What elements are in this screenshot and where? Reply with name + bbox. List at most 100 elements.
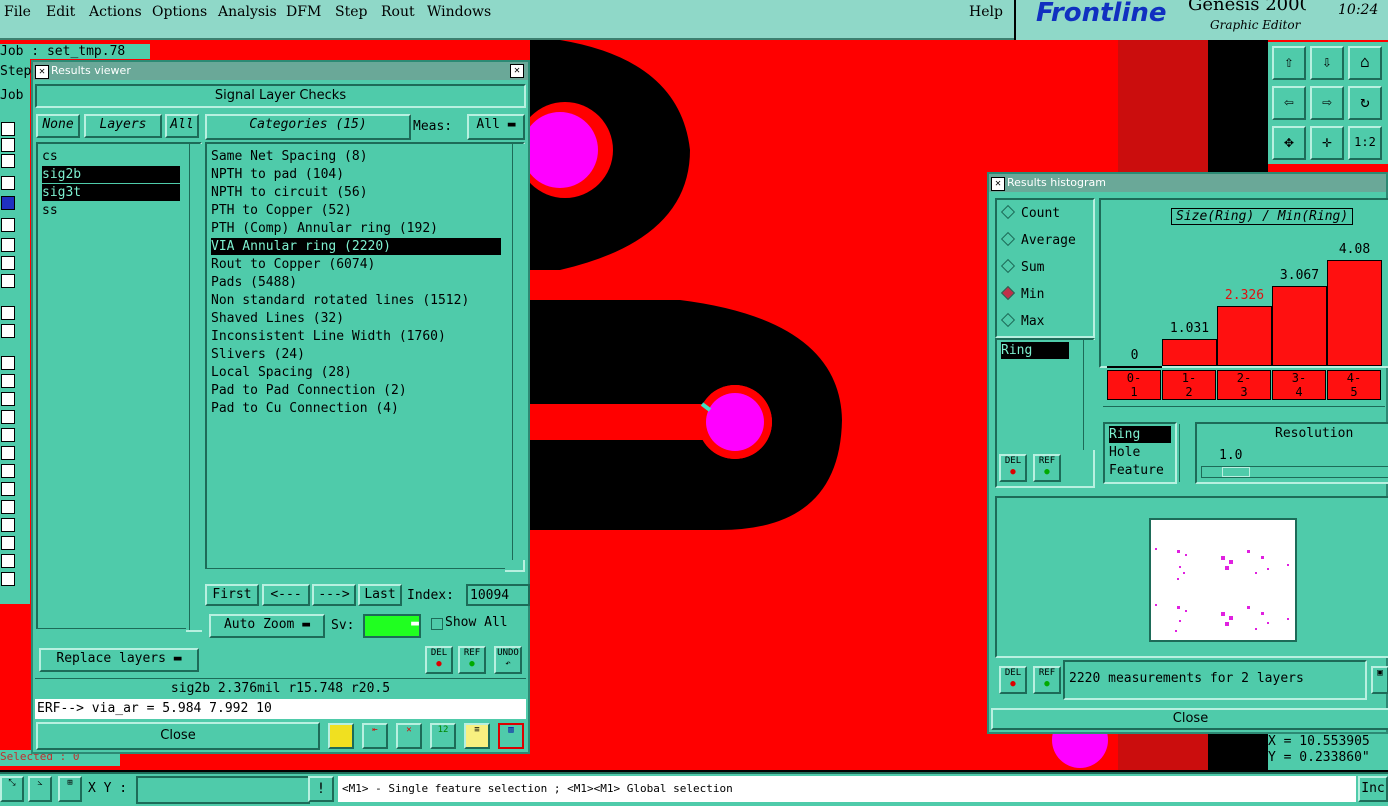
mode-radio-count[interactable]: Count [1000, 202, 1060, 226]
next-button[interactable]: ---> [312, 584, 356, 606]
category-list-scrollbar[interactable] [512, 144, 525, 560]
layer-toggle[interactable] [1, 306, 15, 320]
menu-edit[interactable]: Edit [46, 4, 75, 20]
layer-toggle[interactable] [1, 464, 15, 478]
mode-radio-max[interactable]: Max [1000, 310, 1044, 334]
menu-help[interactable]: Help [969, 4, 1003, 20]
layer-list-hscrollbar[interactable] [36, 628, 186, 641]
layer-toggle[interactable] [1, 218, 15, 232]
none-button[interactable]: None [36, 114, 80, 138]
index-input[interactable] [466, 584, 530, 606]
attr-list[interactable]: Ring Hole Feature [1103, 422, 1177, 484]
layer-toggle[interactable] [1, 428, 15, 442]
layer-toggle[interactable] [1, 256, 15, 270]
layer-toggle[interactable] [1, 482, 15, 496]
category-item[interactable]: Same Net Spacing (8) [211, 148, 368, 165]
layer-item-ss[interactable]: ss [42, 202, 180, 219]
menu-rout[interactable]: Rout [381, 4, 415, 20]
attr-item[interactable]: Feature [1109, 462, 1164, 479]
category-list[interactable]: Same Net Spacing (8) NPTH to pad (104) NPT… [205, 142, 525, 572]
slider-handle[interactable] [1222, 467, 1250, 477]
mode-radio-average[interactable]: Average [1000, 229, 1076, 253]
home-icon[interactable]: ⌂ [1348, 46, 1382, 80]
category-item[interactable]: PTH to Copper (52) [211, 202, 352, 219]
category-item[interactable]: Pad to Pad Connection (2) [211, 382, 407, 399]
menu-actions[interactable]: Actions [89, 4, 142, 20]
menu-file[interactable]: File [4, 4, 31, 20]
layer-toggle[interactable] [1, 392, 15, 406]
layer-item-sig3t[interactable]: sig3t [42, 184, 180, 201]
histogram-bar[interactable] [1272, 286, 1327, 366]
layer-item-cs[interactable]: cs [42, 148, 180, 165]
del-button[interactable]: DEL ● [999, 666, 1027, 694]
bin-range-label[interactable]: 2- 3 [1217, 370, 1271, 400]
report-icon[interactable]: ≡ [464, 723, 490, 749]
prev-button[interactable]: <--- [262, 584, 310, 606]
categories-button[interactable]: Categories (15) [205, 114, 411, 140]
menu-options[interactable]: Options [152, 4, 207, 20]
bin-range-label[interactable]: 3- 4 [1272, 370, 1326, 400]
first-button[interactable]: First [205, 584, 259, 606]
ref-button[interactable]: REF ● [1033, 666, 1061, 694]
measure-icon[interactable]: ⦣ [28, 776, 52, 802]
category-item[interactable]: Rout to Copper (6074) [211, 256, 375, 273]
show-all-checkbox[interactable] [431, 618, 443, 630]
measure-list-scrollbar[interactable] [1083, 340, 1096, 450]
chart-icon[interactable]: ▣ [1371, 666, 1388, 694]
results-viewer-titlebar[interactable]: Results viewer [33, 62, 528, 80]
layer-toggle[interactable] [1, 446, 15, 460]
bin-range-label[interactable]: 4- 5 [1327, 370, 1381, 400]
category-item[interactable]: Pads (5488) [211, 274, 297, 291]
category-item[interactable]: NPTH to pad (104) [211, 166, 344, 183]
attr-item[interactable]: Ring [1109, 426, 1171, 443]
layer-item-sig2b[interactable]: sig2b [42, 166, 180, 183]
category-item[interactable]: NPTH to circuit (56) [211, 184, 368, 201]
layer-toggle[interactable] [1, 356, 15, 370]
zoom-one-to-two-icon[interactable]: 1:2 [1348, 126, 1382, 160]
window-menu-icon[interactable]: ✕ [35, 65, 49, 79]
layer-toggle[interactable] [1, 196, 15, 210]
bin-range-label[interactable]: 1- 2 [1162, 370, 1216, 400]
close-icon[interactable]: ✕ [510, 64, 524, 78]
layer-toggle[interactable] [1, 554, 15, 568]
histogram-bar[interactable] [1162, 339, 1217, 366]
zoom-fit-icon[interactable]: ✥ [1272, 126, 1306, 160]
measure-item[interactable]: Ring [1001, 342, 1069, 359]
sv-color-dropdown[interactable]: ▬ [363, 614, 421, 638]
zoom-center-icon[interactable]: ✛ [1310, 126, 1344, 160]
layer-toggle[interactable] [1, 138, 15, 152]
layer-toggle[interactable] [1, 324, 15, 338]
category-item[interactable]: Pad to Cu Connection (4) [211, 400, 399, 417]
layer-toggle[interactable] [1, 518, 15, 532]
numbers-icon[interactable]: 12 [430, 723, 456, 749]
layer-list-scrollbar[interactable] [189, 144, 202, 630]
histogram-bar[interactable] [1217, 306, 1272, 366]
pan-left-icon[interactable]: ⇦ [1272, 86, 1306, 120]
mode-radio-min[interactable]: Min [1000, 283, 1044, 307]
layer-toggle[interactable] [1, 410, 15, 424]
xy-input[interactable] [136, 776, 310, 804]
layer-toggle[interactable] [1, 122, 15, 136]
layer-toggle[interactable] [1, 500, 15, 514]
attr-list-scrollbar[interactable] [1179, 424, 1192, 482]
category-item[interactable]: Non standard rotated lines (1512) [211, 292, 469, 309]
layers-button[interactable]: Layers [84, 114, 162, 138]
layer-list[interactable]: cs sig2b sig3t ss [36, 142, 202, 632]
layer-toggle[interactable] [1, 176, 15, 190]
menu-step[interactable]: Step [335, 4, 367, 20]
inc-button[interactable]: Inc [1358, 776, 1388, 802]
ref-button[interactable]: REF ● [1033, 454, 1061, 482]
histogram-titlebar[interactable]: Results histogram [989, 174, 1386, 192]
pan-down-icon[interactable]: ⇩ [1310, 46, 1344, 80]
category-item[interactable]: Inconsistent Line Width (1760) [211, 328, 446, 345]
pan-up-icon[interactable]: ⇧ [1272, 46, 1306, 80]
undo-button[interactable]: UNDO ↶ [494, 646, 522, 674]
mode-radio-sum[interactable]: Sum [1000, 256, 1044, 280]
menu-analysis[interactable]: Analysis [218, 4, 277, 20]
resolution-slider[interactable] [1201, 466, 1388, 478]
layer-toggle[interactable] [1, 572, 15, 586]
category-item[interactable]: Slivers (24) [211, 346, 305, 363]
close-button[interactable]: Close [36, 722, 320, 750]
snap-icon[interactable]: ⤡ [0, 776, 24, 802]
layer-toggle[interactable] [1, 238, 15, 252]
